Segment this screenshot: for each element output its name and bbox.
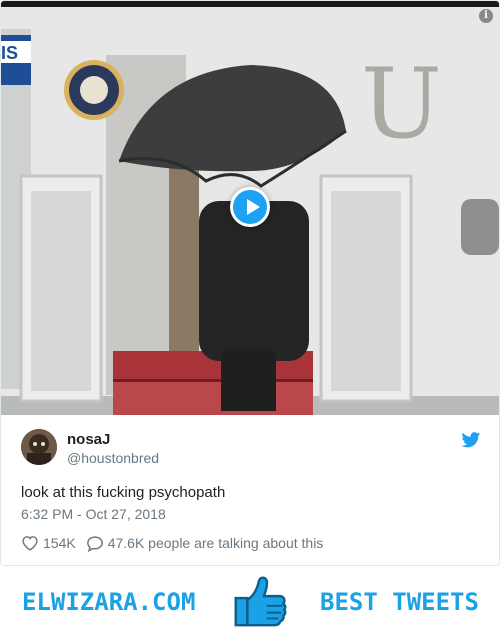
speech-bubble-icon[interactable] <box>86 535 104 552</box>
thumbs-up-icon <box>234 576 287 627</box>
aircraft-lettering: U <box>361 48 442 160</box>
tweet-timestamp[interactable]: 6:32 PM - Oct 27, 2018 <box>21 506 166 522</box>
tweet-actions: 154K 47.6K people are talking about this <box>21 533 323 553</box>
author-handle[interactable]: @houstonbred <box>67 450 159 466</box>
talking-about-count[interactable]: 47.6K people are talking about this <box>108 535 324 551</box>
brand-site-name[interactable]: ELWIZARA.COM <box>22 588 195 616</box>
embedded-tweet-card: U IS i nosaJ @houstonbred look at this f… <box>0 0 500 566</box>
brand-tagline: BEST TWEETS <box>320 588 479 616</box>
twitter-bird-icon[interactable] <box>461 432 481 448</box>
info-icon[interactable]: i <box>479 9 493 23</box>
avatar[interactable] <box>21 429 57 465</box>
tweet-header: nosaJ @houstonbred <box>21 429 481 469</box>
like-count[interactable]: 154K <box>43 535 76 551</box>
play-button[interactable] <box>230 187 270 227</box>
avatar-image <box>21 429 57 465</box>
heart-icon[interactable] <box>21 535 39 551</box>
video-thumbnail[interactable]: U IS i <box>1 1 499 415</box>
author-name[interactable]: nosaJ <box>67 431 110 448</box>
tweet-text: look at this fucking psychopath <box>21 484 226 501</box>
news-overlay-text: IS <box>1 43 18 63</box>
